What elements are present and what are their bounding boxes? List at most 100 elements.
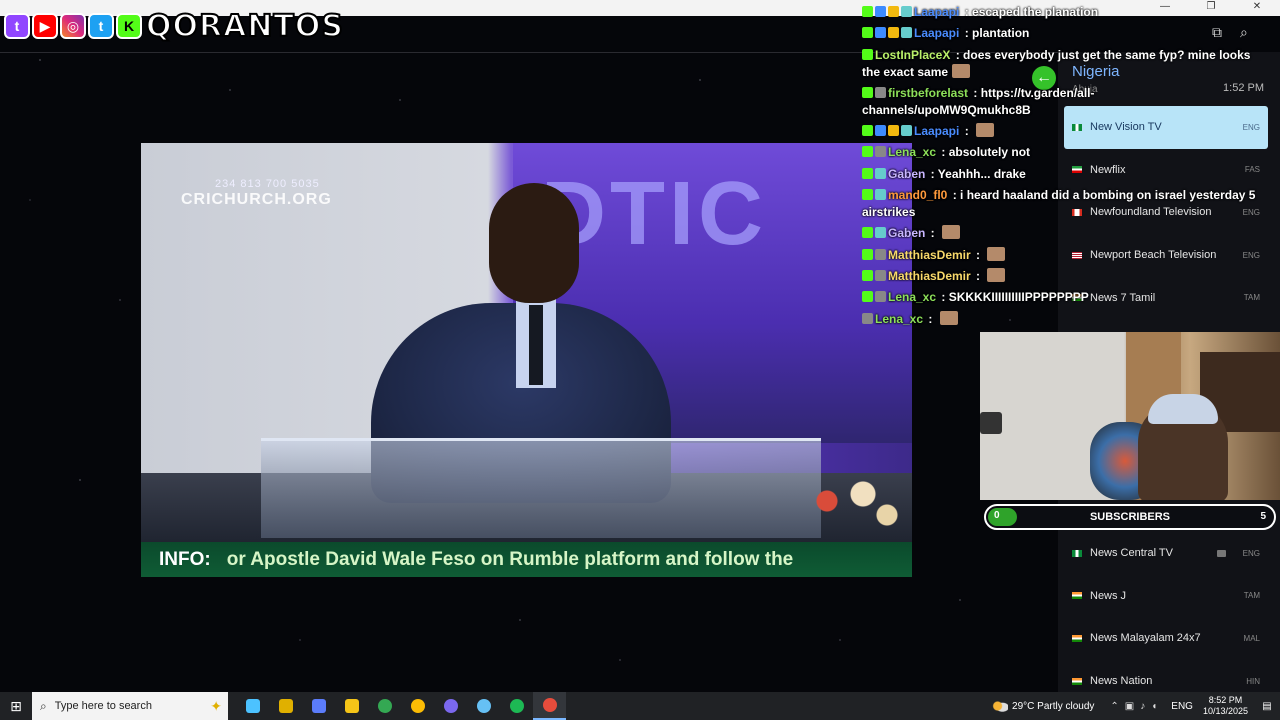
chat-badge-icon bbox=[862, 269, 873, 281]
chat-badge-icon bbox=[862, 189, 873, 201]
clock[interactable]: 8:52 PM 10/13/2025 bbox=[1203, 695, 1248, 717]
taskbar-apps bbox=[236, 692, 566, 720]
chat-separator: : bbox=[970, 85, 981, 100]
flag-icon bbox=[1072, 634, 1082, 642]
chat-badge-icon bbox=[875, 167, 886, 179]
chat-badge-icon bbox=[862, 146, 873, 158]
tv-icon bbox=[1217, 549, 1226, 557]
weather-icon bbox=[992, 700, 1009, 712]
taskbar-app-icon[interactable] bbox=[434, 692, 467, 720]
chat-separator: : bbox=[925, 311, 936, 326]
chat-emote-icon bbox=[942, 225, 961, 240]
search-icon: ⌕ bbox=[40, 698, 47, 713]
chat-emote-icon bbox=[987, 267, 1006, 282]
speaker-head bbox=[489, 183, 579, 303]
chat-badge-icon bbox=[875, 291, 886, 303]
chat-username[interactable]: MatthiasDemir bbox=[888, 248, 971, 262]
video-phone-number: 234 813 700 5035 bbox=[215, 178, 320, 190]
chat-username[interactable]: MatthiasDemir bbox=[888, 269, 971, 283]
chat-text: escaped the planation bbox=[972, 5, 1099, 19]
chat-message: Laapapi : plantation bbox=[862, 25, 1257, 42]
kick-icon: K bbox=[116, 13, 142, 39]
chat-badge-icon bbox=[901, 125, 912, 137]
chat-username[interactable]: Laapapi bbox=[914, 124, 959, 138]
weather-text[interactable]: 29°C Partly cloudy bbox=[1012, 701, 1094, 712]
tray-icons[interactable]: ⌃▣♪◖ bbox=[1110, 701, 1163, 712]
flag-icon bbox=[1072, 677, 1082, 685]
chat-badge-icon bbox=[875, 86, 886, 98]
clock-time: 8:52 PM bbox=[1208, 695, 1243, 705]
channel-language: HIN bbox=[1246, 676, 1260, 686]
taskbar: ⊞ ⌕ Type here to search ✦ 29°C Partly cl… bbox=[0, 692, 1280, 720]
taskbar-app-icon[interactable] bbox=[533, 692, 566, 720]
chat-badge-icon bbox=[862, 27, 873, 39]
taskbar-search[interactable]: ⌕ Type here to search ✦ bbox=[32, 692, 228, 720]
chat-message: Lena_xc : SKKKKIIIIIIIIIIPPPPPPPP bbox=[862, 289, 1257, 306]
taskbar-app-icon[interactable] bbox=[335, 692, 368, 720]
chat-message: Lena_xc : bbox=[862, 310, 1257, 328]
chat-separator: : bbox=[972, 268, 984, 283]
chat-username[interactable]: mand0_fl0 bbox=[888, 188, 947, 202]
channel-item[interactable]: News J TAM bbox=[1064, 575, 1268, 618]
chat-separator: : bbox=[938, 145, 949, 160]
chat-username[interactable]: Lena_xc bbox=[875, 312, 923, 326]
search-placeholder: Type here to search bbox=[54, 700, 152, 712]
input-language[interactable]: ENG bbox=[1171, 701, 1193, 712]
chat-badge-icon bbox=[875, 189, 886, 201]
channel-list-continued: News Central TV ENG News J TAM News Malayala… bbox=[1064, 532, 1268, 702]
chat-message: firstbeforelast : https://tv.garden/all-… bbox=[862, 85, 1257, 119]
ticker-text: or Apostle David Wale Feso on Rumble pla… bbox=[226, 548, 794, 570]
taskbar-app-icon[interactable] bbox=[302, 692, 335, 720]
channel-item[interactable]: News Central TV ENG bbox=[1064, 532, 1268, 575]
chat-badge-icon bbox=[862, 312, 873, 324]
system-tray: 29°C Partly cloudy ⌃▣♪◖ ENG 8:52 PM 10/1… bbox=[992, 692, 1280, 720]
chat-username[interactable]: Lena_xc bbox=[888, 145, 936, 159]
webcam-feed bbox=[980, 332, 1280, 500]
taskbar-app-icon[interactable] bbox=[269, 692, 302, 720]
webcam-device bbox=[980, 412, 1002, 434]
chat-username[interactable]: Laapapi bbox=[914, 5, 959, 19]
chat-message: MatthiasDemir : bbox=[862, 267, 1257, 285]
chat-username[interactable]: firstbeforelast bbox=[888, 86, 968, 100]
video-website: CRICHURCH.ORG bbox=[181, 191, 332, 208]
streamer-headwear bbox=[1148, 394, 1218, 424]
chat-badge-icon bbox=[888, 6, 899, 17]
channel-item[interactable]: News Malayalam 24x7 MAL bbox=[1064, 617, 1268, 660]
chat-badge-icon bbox=[875, 227, 886, 239]
channel-name: News Nation bbox=[1090, 675, 1153, 688]
chat-username[interactable]: Lena_xc bbox=[888, 290, 936, 304]
subscriber-goal-bar: 0 SUBSCRIBERS 5 bbox=[984, 504, 1276, 530]
chat-text: plantation bbox=[972, 26, 1030, 41]
chat-username[interactable]: Laapapi bbox=[914, 26, 959, 40]
taskbar-app-icon[interactable] bbox=[401, 692, 434, 720]
chat-username[interactable]: Gaben bbox=[888, 226, 925, 240]
chat-separator: : bbox=[927, 226, 939, 241]
chat-separator: : bbox=[938, 290, 949, 305]
video-player[interactable]: DTIC 234 813 700 5035 CRICHURCH.ORG INFO… bbox=[141, 143, 912, 577]
taskbar-app-icon[interactable] bbox=[467, 692, 500, 720]
chat-username[interactable]: LostInPlaceX bbox=[875, 48, 950, 62]
chat-username[interactable]: Gaben bbox=[888, 167, 925, 181]
taskbar-app-icon[interactable] bbox=[236, 692, 269, 720]
channel-name: News Malayalam 24x7 bbox=[1090, 632, 1201, 645]
chat-separator: : bbox=[952, 47, 964, 62]
chat-text: SKKKKIIIIIIIIIIPPPPPPPP bbox=[948, 290, 1089, 305]
speaker-tie bbox=[529, 305, 543, 385]
channel-name: News Central TV bbox=[1090, 547, 1173, 560]
chat-badge-icon bbox=[862, 227, 873, 239]
chat-badge-icon bbox=[862, 48, 873, 60]
channel-language: MAL bbox=[1243, 633, 1260, 643]
chat-separator: : bbox=[961, 124, 973, 139]
chat-badge-icon bbox=[862, 6, 873, 17]
chat-message: MatthiasDemir : bbox=[862, 246, 1257, 264]
notification-icon[interactable]: ▤ bbox=[1258, 701, 1276, 712]
taskbar-app-icon[interactable] bbox=[368, 692, 401, 720]
taskbar-app-icon[interactable] bbox=[500, 692, 533, 720]
chat-badge-icon bbox=[862, 248, 873, 260]
chat-message: Laapapi : bbox=[862, 123, 1257, 140]
subscriber-label: SUBSCRIBERS bbox=[1089, 511, 1171, 523]
glass-podium bbox=[261, 438, 821, 538]
channel-language: TAM bbox=[1243, 591, 1260, 601]
windows-start-icon[interactable]: ⊞ bbox=[0, 692, 32, 720]
subscriber-goal: 5 bbox=[1260, 511, 1266, 522]
